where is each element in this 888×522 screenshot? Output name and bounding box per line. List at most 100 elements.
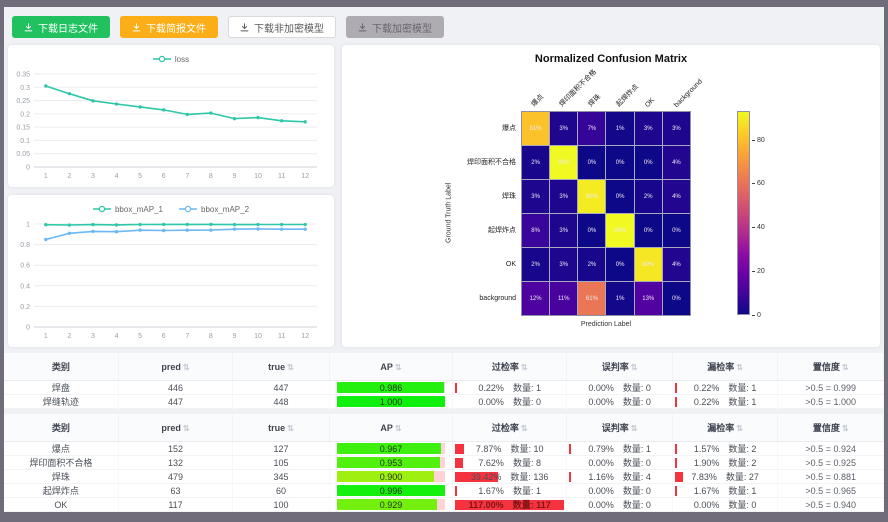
ap-bar-track: 0.996: [337, 485, 445, 496]
colorbar: 020406080: [737, 111, 779, 315]
download-button-4[interactable]: 下载加密模型: [346, 16, 444, 38]
ap-bar-track: 0.929: [337, 499, 445, 510]
svg-text:0.25: 0.25: [16, 98, 30, 105]
rate-qty: 数量: 117: [513, 498, 551, 511]
colorbar-tick-mark: [752, 183, 755, 184]
column-header-过检率[interactable]: 过检率⇅: [453, 353, 567, 381]
true-cell: 127: [233, 442, 330, 456]
matrix-column-label: OK: [644, 97, 656, 109]
sort-icon[interactable]: ⇅: [631, 363, 638, 372]
sort-icon[interactable]: ⇅: [183, 363, 190, 372]
rate-qty: 数量: 4: [623, 470, 651, 483]
ap-cell: 1.000: [329, 395, 452, 409]
column-header-置信度[interactable]: 置信度⇅: [778, 414, 884, 442]
column-header-类别: 类别: [4, 353, 118, 381]
confidence-cell: >0.5 = 0.940: [778, 498, 884, 512]
matrix-column-label: background: [673, 78, 704, 109]
true-cell: 105: [233, 456, 330, 470]
pred-cell: 117: [118, 498, 232, 512]
matrix-cell: 93%: [606, 214, 633, 247]
download-button-2[interactable]: 下载简报文件: [120, 16, 218, 38]
column-header-pred[interactable]: pred⇅: [118, 414, 232, 442]
matrix-cell: 2%: [635, 180, 662, 213]
svg-text:9: 9: [233, 333, 237, 340]
column-header-true[interactable]: true⇅: [233, 353, 330, 381]
svg-text:6: 6: [162, 333, 166, 340]
svg-text:4: 4: [115, 333, 119, 340]
class-metrics-table: 类别pred⇅true⇅AP⇅过检率⇅误判率⇅漏检率⇅置信度⇅爆点1521270…: [4, 414, 884, 512]
sort-icon[interactable]: ⇅: [842, 363, 849, 372]
colorbar-tick-mark: [752, 227, 755, 228]
rate-cell: 1.57%数量: 2: [675, 443, 776, 455]
column-header-过检率[interactable]: 过检率⇅: [453, 414, 567, 442]
column-header-漏检率[interactable]: 漏检率⇅: [672, 414, 778, 442]
matrix-cell: 12%: [522, 282, 549, 315]
ap-bar-track: 0.967: [337, 443, 445, 454]
matrix-cell: 2%: [522, 146, 549, 179]
rate-qty: 数量: 0: [623, 498, 651, 511]
rate-cell: 117.00%数量: 117: [455, 499, 564, 511]
class-cell: 爆点: [4, 442, 118, 456]
confidence-cell: >0.5 = 0.999: [778, 381, 884, 395]
confidence-cell: >0.5 = 0.925: [778, 456, 884, 470]
column-header-类别: 类别: [4, 414, 118, 442]
column-header-true[interactable]: true⇅: [233, 414, 330, 442]
metric-tables: 类别pred⇅true⇅AP⇅过检率⇅误判率⇅漏检率⇅置信度⇅焊盘4464470…: [4, 353, 884, 512]
svg-text:3: 3: [91, 173, 95, 180]
svg-text:10: 10: [254, 173, 262, 180]
svg-text:0: 0: [26, 325, 30, 332]
ap-value: 0.967: [337, 443, 445, 454]
legend-item-bbox_mAP_1[interactable]: bbox_mAP_1: [93, 205, 163, 214]
confidence-cell: >0.5 = 0.881: [778, 470, 884, 484]
matrix-cell: 3%: [550, 248, 577, 281]
rate-qty: 数量: 8: [513, 456, 541, 469]
colorbar-tick-label: 20: [757, 268, 765, 275]
column-header-漏检率[interactable]: 漏检率⇅: [672, 353, 778, 381]
loss-chart-legend: loss: [8, 45, 334, 68]
misjudge-cell: 0.00%数量: 0: [567, 484, 673, 498]
sort-icon[interactable]: ⇅: [736, 424, 743, 433]
svg-text:0.6: 0.6: [20, 263, 30, 270]
download-button-1[interactable]: 下载日志文件: [12, 16, 110, 38]
column-header-pred[interactable]: pred⇅: [118, 353, 232, 381]
rate-qty: 数量: 136: [510, 470, 548, 483]
legend-item-loss[interactable]: loss: [153, 55, 189, 64]
sort-icon[interactable]: ⇅: [395, 363, 402, 372]
sort-icon[interactable]: ⇅: [287, 363, 294, 372]
column-header-误判率[interactable]: 误判率⇅: [567, 414, 673, 442]
true-cell: 345: [233, 470, 330, 484]
column-header-AP[interactable]: AP⇅: [329, 353, 452, 381]
rate-qty: 数量: 0: [623, 381, 651, 394]
colorbar-tick-label: 40: [757, 224, 765, 231]
svg-text:3: 3: [91, 333, 95, 340]
sort-icon[interactable]: ⇅: [521, 363, 528, 372]
download-icon: [358, 23, 367, 32]
confidence-cell: >0.5 = 0.924: [778, 442, 884, 456]
svg-text:1: 1: [44, 173, 48, 180]
column-header-置信度[interactable]: 置信度⇅: [778, 353, 884, 381]
summary-metrics-table: 类别pred⇅true⇅AP⇅过检率⇅误判率⇅漏检率⇅置信度⇅焊盘4464470…: [4, 353, 884, 409]
matrix-column-labels: 爆点焊印面积不合格焊珠起焊炸点OKbackground: [521, 65, 691, 111]
matrix-cell: 11%: [550, 282, 577, 315]
download-button-3[interactable]: 下载非加密模型: [228, 16, 336, 38]
overdetect-cell: 39.42%数量: 136: [453, 470, 567, 484]
sort-icon[interactable]: ⇅: [287, 424, 294, 433]
sort-icon[interactable]: ⇅: [183, 424, 190, 433]
overdetect-cell: 7.87%数量: 10: [453, 442, 567, 456]
sort-icon[interactable]: ⇅: [736, 363, 743, 372]
sort-icon[interactable]: ⇅: [395, 424, 402, 433]
sort-icon[interactable]: ⇅: [521, 424, 528, 433]
rate-cell: 0.22%数量: 1: [455, 382, 564, 394]
sort-icon[interactable]: ⇅: [631, 424, 638, 433]
svg-text:0.15: 0.15: [16, 125, 30, 132]
matrix-cell: 3%: [522, 180, 549, 213]
sort-icon[interactable]: ⇅: [842, 424, 849, 433]
svg-text:6: 6: [162, 173, 166, 180]
class-cell: 焊缝轨迹: [4, 395, 118, 409]
rate-value: 1.67%: [694, 486, 720, 496]
prediction-axis-label: Prediction Label: [521, 321, 691, 328]
charts-column: loss 00.050.10.150.20.250.30.35123456789…: [8, 45, 334, 347]
legend-item-bbox_mAP_2[interactable]: bbox_mAP_2: [179, 205, 249, 214]
column-header-AP[interactable]: AP⇅: [329, 414, 452, 442]
column-header-误判率[interactable]: 误判率⇅: [567, 353, 673, 381]
